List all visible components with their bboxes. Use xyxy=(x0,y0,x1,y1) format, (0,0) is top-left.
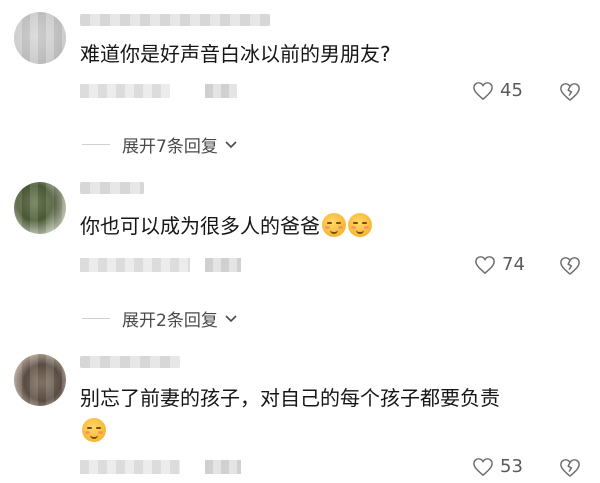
reply-button-blurred[interactable] xyxy=(205,84,237,98)
dislike-button[interactable] xyxy=(559,458,581,478)
smirk-emoji-icon xyxy=(322,213,346,237)
expand-replies-label: 展开2条回复 xyxy=(122,311,218,331)
broken-heart-icon xyxy=(560,257,580,275)
expand-replies-button[interactable]: 展开2条回复 xyxy=(82,306,238,331)
expand-replies-label: 展开7条回复 xyxy=(122,137,218,157)
username-blurred[interactable] xyxy=(80,182,144,194)
reply-button-blurred[interactable] xyxy=(205,258,241,272)
comment-meta-blurred xyxy=(80,258,190,272)
avatar[interactable] xyxy=(14,182,66,234)
like-count: 74 xyxy=(502,254,525,275)
comment-item: 别忘了前妻的孩子，对自己的每个孩子都要负责 53 xyxy=(0,348,600,483)
dislike-button[interactable] xyxy=(559,82,581,102)
like-button[interactable]: 74 xyxy=(474,254,525,275)
broken-heart-icon xyxy=(560,459,580,477)
comment-item: 你也可以成为很多人的爸爸 74 展开2条回复 xyxy=(0,172,600,332)
comment-meta-blurred xyxy=(80,460,180,474)
comment-meta-blurred xyxy=(80,84,170,98)
avatar[interactable] xyxy=(14,12,66,64)
username-blurred[interactable] xyxy=(80,356,180,368)
comment-item: 难道你是好声音白冰以前的男朋友? 45 展开7条回复 xyxy=(0,0,600,157)
chevron-down-icon xyxy=(225,140,237,148)
broken-heart-icon xyxy=(560,83,580,101)
like-count: 53 xyxy=(500,456,523,477)
comment-emoji-line xyxy=(80,418,106,442)
smirk-emoji-icon xyxy=(82,418,106,442)
comment-text: 别忘了前妻的孩子，对自己的每个孩子都要负责 xyxy=(80,386,500,410)
divider xyxy=(82,318,110,319)
divider xyxy=(82,144,110,145)
comment-text: 难道你是好声音白冰以前的男朋友? xyxy=(80,42,391,66)
chevron-down-icon xyxy=(225,314,237,322)
avatar[interactable] xyxy=(14,354,66,406)
username-blurred[interactable] xyxy=(80,14,270,26)
heart-outline-icon xyxy=(473,457,493,476)
heart-outline-icon xyxy=(473,81,493,100)
like-button[interactable]: 45 xyxy=(472,80,523,101)
comment-text: 你也可以成为很多人的爸爸 xyxy=(80,212,372,240)
heart-outline-icon xyxy=(475,255,495,274)
dislike-button[interactable] xyxy=(559,256,581,276)
like-button[interactable]: 53 xyxy=(472,456,523,477)
expand-replies-button[interactable]: 展开7条回复 xyxy=(82,132,238,157)
reply-button-blurred[interactable] xyxy=(205,460,241,474)
like-count: 45 xyxy=(500,80,523,101)
smirk-emoji-icon xyxy=(348,213,372,237)
